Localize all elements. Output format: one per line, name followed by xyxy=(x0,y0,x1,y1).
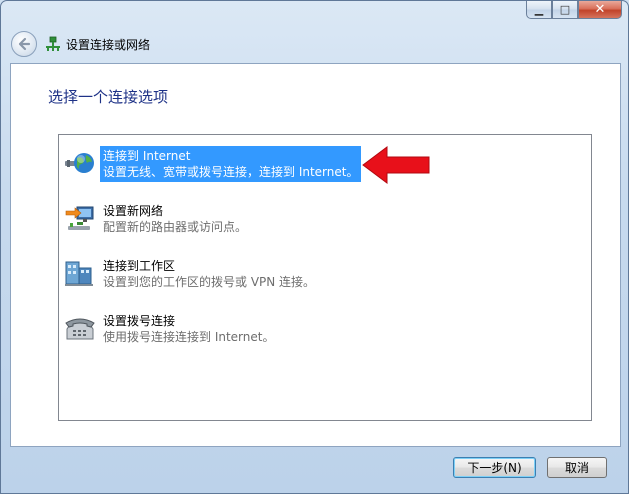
option-dialup[interactable]: 设置拨号连接 使用拨号连接连接到 Internet。 xyxy=(63,311,277,349)
option-description: 配置新的路由器或访问点。 xyxy=(103,220,248,234)
workplace-icon xyxy=(65,261,93,286)
option-title: 设置新网络 xyxy=(103,204,164,218)
telephone-icon xyxy=(65,318,95,340)
option-title: 连接到工作区 xyxy=(103,259,176,273)
option-connect-internet[interactable]: 连接到 Internet 设置无线、宽带或拨号连接，连接到 Internet。 xyxy=(63,146,362,184)
globe-icon xyxy=(65,153,94,173)
option-description: 设置到您的工作区的拨号或 VPN 连接。 xyxy=(103,275,316,289)
option-text: 连接到工作区 设置到您的工作区的拨号或 VPN 连接。 xyxy=(100,256,318,292)
back-arrow-icon[interactable] xyxy=(11,31,37,57)
page-heading: 选择一个连接选项 xyxy=(48,88,169,106)
option-connect-workplace[interactable]: 连接到工作区 设置到您的工作区的拨号或 VPN 连接。 xyxy=(63,256,318,294)
navigation-bar: 设置连接或网络 xyxy=(11,31,150,57)
minimize-button[interactable]: ▁ xyxy=(526,1,552,19)
next-button[interactable]: 下一步(N) xyxy=(453,457,536,478)
option-text: 设置新网络 配置新的路由器或访问点。 xyxy=(100,201,250,237)
option-description: 使用拨号连接连接到 Internet。 xyxy=(103,330,275,344)
window-title: 设置连接或网络 xyxy=(66,37,151,52)
window-controls: ▁ □ ✕ xyxy=(526,1,622,19)
cancel-button[interactable]: 取消 xyxy=(547,457,607,478)
red-arrow-annotation-icon xyxy=(362,146,430,184)
content-panel: 选择一个连接选项 连接到 Internet 设置无线、宽带或拨号连接，连接到 I… xyxy=(10,63,621,447)
option-new-network[interactable]: 设置新网络 配置新的路由器或访问点。 xyxy=(63,201,250,239)
option-title: 连接到 Internet xyxy=(103,149,191,163)
window-frame: ▁ □ ✕ 设置连接或网络 选择一个连接选项 连接到 Internet 设置无线… xyxy=(0,0,629,494)
router-icon xyxy=(65,206,94,230)
connection-options-list: 连接到 Internet 设置无线、宽带或拨号连接，连接到 Internet。 … xyxy=(58,134,592,421)
maximize-button[interactable]: □ xyxy=(552,1,578,19)
network-setup-icon xyxy=(46,36,60,51)
dialog-footer: 下一步(N) 取消 xyxy=(1,445,628,493)
option-text: 连接到 Internet 设置无线、宽带或拨号连接，连接到 Internet。 xyxy=(100,146,362,182)
option-text: 设置拨号连接 使用拨号连接连接到 Internet。 xyxy=(100,311,277,347)
close-button[interactable]: ✕ xyxy=(578,1,622,19)
option-description: 设置无线、宽带或拨号连接，连接到 Internet。 xyxy=(103,165,359,179)
option-title: 设置拨号连接 xyxy=(103,314,176,328)
